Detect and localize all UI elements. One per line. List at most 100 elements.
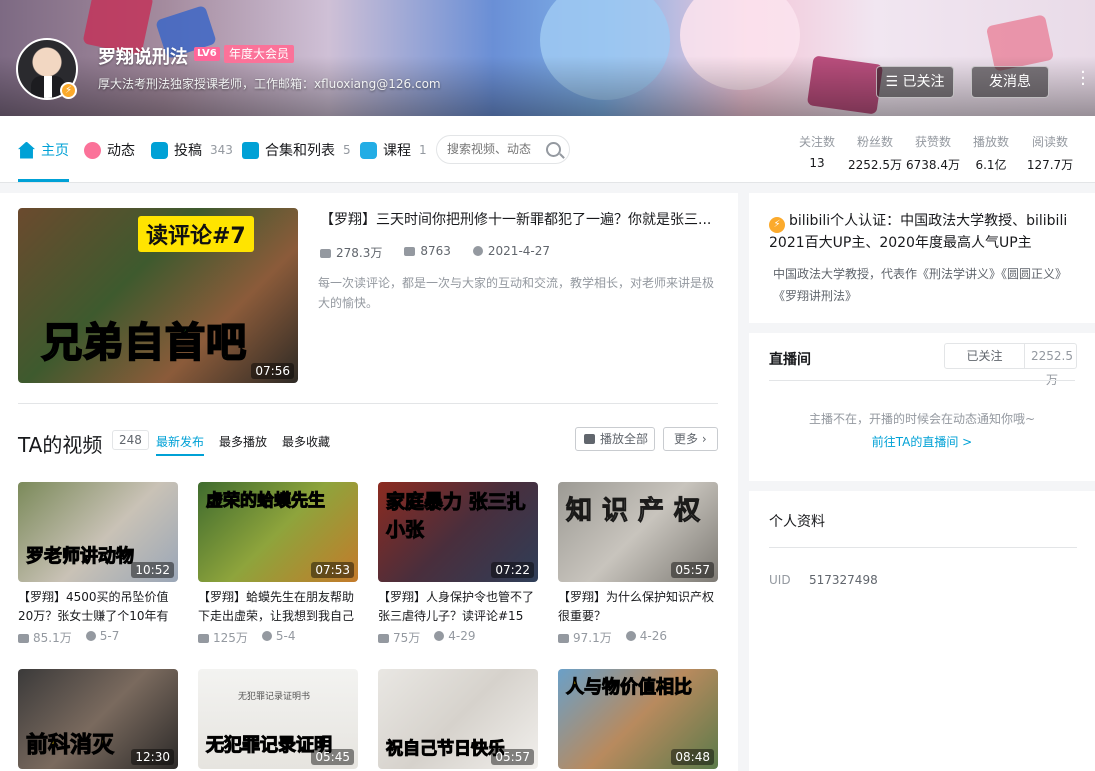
video-duration: 07:53 — [311, 562, 354, 578]
live-room-panel: 直播间 已关注 2252.5万 主播不在，开播的时候会在动态通知你哦~ 前往TA… — [749, 333, 1095, 481]
video-card[interactable]: 罗老师讲动物 10:52 【罗翔】4500买的吊坠价值20万？张女士赚了个10年… — [18, 482, 178, 646]
live-followed-button[interactable]: 已关注 — [945, 344, 1025, 368]
clock-icon — [472, 246, 483, 256]
play-count: 278.3万 — [336, 246, 383, 260]
certificate-document-text: 无犯罪记录证明书 — [238, 692, 311, 702]
videos-count-badge: 248 — [112, 430, 149, 450]
videos-section-title: TA的视频 — [18, 433, 103, 457]
play-count: 125万 — [213, 631, 248, 645]
video-card[interactable]: 人与物价值相比 08:48 — [558, 669, 718, 769]
danmaku-icon — [404, 247, 416, 256]
video-title[interactable]: 【罗翔】4500买的吊坠价值20万？张女士赚了个10年有 — [18, 588, 178, 626]
collections-count: 5 — [343, 143, 351, 157]
featured-video-title[interactable]: 【罗翔】三天时间你把刑修十一新罪都犯了一遍？你就是张三... — [320, 209, 720, 229]
playlist-icon — [242, 141, 259, 159]
lightning-icon: ⚡ — [769, 217, 785, 233]
clock-icon — [434, 631, 445, 641]
stat-label: 播放数 — [972, 135, 1009, 149]
courses-count: 1 — [419, 143, 427, 157]
profile-banner: ⚡ 罗翔说刑法 LV6 年度大会员 厚大法考刑法独家授课老师，工作邮箱：xflu… — [0, 0, 1095, 116]
play-count-icon — [198, 634, 209, 643]
verified-badge-icon: ⚡ — [60, 82, 77, 99]
play-count: 75万 — [393, 631, 421, 645]
video-card[interactable]: 前科消灭 12:30 — [18, 669, 178, 769]
live-follow-widget[interactable]: 已关注 2252.5万 — [944, 343, 1077, 387]
featured-video-cover[interactable]: 读评论#7 兄弟自首吧 07:56 — [18, 208, 298, 383]
danmaku-count: 8763 — [420, 244, 451, 258]
stat-reads: 阅读数 127.7万 — [1024, 133, 1076, 173]
video-thumbnail[interactable]: 前科消灭 12:30 — [18, 669, 178, 769]
course-icon — [360, 141, 377, 159]
tab-collections-label: 合集和列表 — [265, 143, 335, 159]
video-thumbnail[interactable]: 知识产权 05:57 — [558, 482, 718, 582]
tab-dynamic[interactable]: 动态 — [84, 140, 135, 160]
go-to-live-room-link[interactable]: 前往TA的直播间 > — [749, 433, 1095, 450]
stat-fans[interactable]: 粉丝数 2252.5万 — [846, 133, 904, 173]
video-card[interactable]: 家庭暴力 张三扎小张 07:22 【罗翔】人身保护令也管不了张三虐待儿子？读评论… — [378, 482, 538, 646]
play-all-button[interactable]: 播放全部 — [575, 427, 655, 451]
profile-info-panel: 个人资料 UID 517327498 — [749, 491, 1095, 771]
live-fans-count: 2252.5万 — [1031, 349, 1073, 387]
play-count: 85.1万 — [33, 631, 72, 645]
publish-date: 2021-4-27 — [487, 244, 551, 258]
publish-date: 4-29 — [448, 629, 476, 643]
tab-dynamic-label: 动态 — [107, 143, 135, 159]
stat-following[interactable]: 关注数 13 — [794, 133, 840, 170]
video-title[interactable]: 【罗翔】人身保护令也管不了张三虐待儿子？读评论#15 — [378, 588, 538, 626]
profile-info-title: 个人资料 — [769, 514, 825, 530]
tab-posts[interactable]: 投稿 343 — [151, 140, 233, 160]
stat-value: 13 — [809, 156, 825, 170]
thumbnail-caption: 知识产权 — [565, 496, 711, 527]
search-box — [436, 135, 570, 164]
stat-value: 6738.4万 — [906, 158, 960, 172]
play-count-icon — [558, 634, 569, 643]
active-tab-indicator — [18, 179, 69, 182]
thumbnail-caption: 人与物价值相比 — [566, 677, 693, 699]
video-card[interactable]: 祝自己节日快乐 05:57 — [378, 669, 538, 769]
user-signature: 厚大法考刑法独家授课老师，工作邮箱：xfluoxiang@126.com — [98, 77, 441, 91]
posts-count: 343 — [210, 143, 233, 157]
stat-label: 关注数 — [798, 135, 835, 149]
video-thumbnail[interactable]: 罗老师讲动物 10:52 — [18, 482, 178, 582]
stat-value: 2252.5万 — [848, 158, 902, 172]
active-sort-indicator — [156, 454, 204, 456]
play-count-icon — [320, 249, 331, 258]
video-title[interactable]: 【罗翔】为什么保护知识产权很重要？ — [558, 588, 718, 626]
video-title[interactable]: 【罗翔】蛤蟆先生在朋友帮助下走出虚荣，让我想到我自己 — [198, 588, 358, 626]
chevron-right-icon: › — [701, 432, 707, 446]
video-card[interactable]: 无犯罪记录证明书 无犯罪记录证明 05:45 — [198, 669, 358, 769]
stat-value: 127.7万 — [1026, 158, 1074, 172]
play-count: 97.1万 — [573, 631, 612, 645]
video-duration: 05:45 — [311, 749, 354, 765]
search-input[interactable] — [447, 142, 539, 156]
tab-most-favorited[interactable]: 最多收藏 — [282, 433, 330, 450]
message-button[interactable]: 发消息 — [971, 66, 1049, 98]
video-thumbnail[interactable]: 虚荣的蛤蟆先生 07:53 — [198, 482, 358, 582]
play-count-icon — [378, 634, 389, 643]
video-duration: 08:48 — [671, 749, 714, 765]
tab-home[interactable]: 主页 — [18, 140, 69, 160]
search-icon[interactable] — [546, 142, 561, 157]
username: 罗翔说刑法 — [98, 47, 188, 68]
tab-most-played[interactable]: 最多播放 — [219, 433, 267, 450]
stat-plays: 播放数 6.1亿 — [968, 133, 1014, 173]
video-card[interactable]: 知识产权 05:57 【罗翔】为什么保护知识产权很重要？ 97.1万 4-26 — [558, 482, 718, 646]
tab-latest[interactable]: 最新发布 — [156, 433, 204, 450]
video-thumbnail[interactable]: 家庭暴力 张三扎小张 07:22 — [378, 482, 538, 582]
uid-label: UID — [769, 573, 791, 587]
certification-description: 中国政法大学教授，代表作《刑法学讲义》《圆圆正义》《罗翔讲刑法》 — [773, 267, 1068, 303]
more-button[interactable]: 更多 › — [663, 427, 718, 451]
tab-courses[interactable]: 课程 1 — [360, 140, 427, 160]
stat-label: 获赞数 — [914, 135, 951, 149]
stat-label: 粉丝数 — [856, 135, 893, 149]
video-thumbnail[interactable]: 无犯罪记录证明书 无犯罪记录证明 05:45 — [198, 669, 358, 769]
tab-collections[interactable]: 合集和列表 5 — [242, 140, 351, 160]
stat-label: 阅读数 — [1031, 135, 1068, 149]
video-thumbnail[interactable]: 人与物价值相比 08:48 — [558, 669, 718, 769]
video-card[interactable]: 虚荣的蛤蟆先生 07:53 【罗翔】蛤蟆先生在朋友帮助下走出虚荣，让我想到我自己… — [198, 482, 358, 646]
followed-button[interactable]: ☰ 已关注 — [876, 66, 954, 98]
more-options-icon[interactable]: · · · — [1078, 64, 1088, 94]
tv-icon — [151, 141, 168, 159]
followed-button-label: 已关注 — [902, 74, 945, 90]
video-thumbnail[interactable]: 祝自己节日快乐 05:57 — [378, 669, 538, 769]
